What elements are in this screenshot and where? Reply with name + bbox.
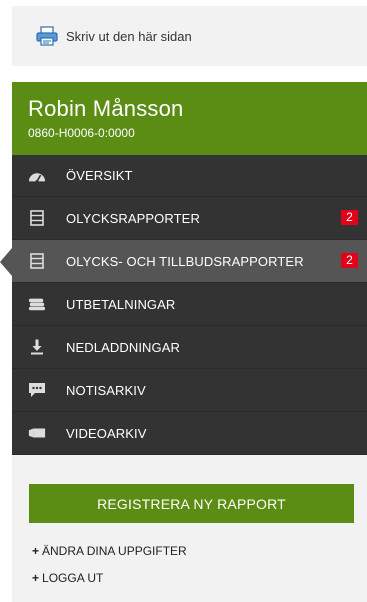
user-name: Robin Månsson: [28, 96, 184, 121]
print-page-link[interactable]: Skriv ut den här sidan: [12, 6, 367, 66]
account-panel: Robin Månsson 0860-H0006-0:0000 ÖVERSIKT: [0, 82, 367, 602]
nav-label: OLYCKS- OCH TILLBUDSRAPPORTER: [66, 253, 304, 269]
nav-item-nedladdningar[interactable]: NEDLADDNINGAR: [12, 326, 367, 369]
edit-details-link[interactable]: + ÄNDRA DINA UPPGIFTER: [32, 544, 187, 558]
active-indicator: [0, 248, 12, 276]
download-icon: [28, 339, 46, 355]
nav-label: ÖVERSIKT: [66, 168, 133, 183]
user-number: 0860-H0006-0:0000: [28, 126, 135, 140]
side-nav: ÖVERSIKT OLYCKSRAPPORTER 2 OLYCKS- OCH T…: [0, 155, 367, 455]
chat-bubble-icon: [28, 382, 46, 398]
plus-icon: +: [32, 544, 40, 558]
logout-link[interactable]: + LOGGA UT: [32, 571, 103, 585]
count-badge: 2: [341, 210, 358, 225]
logout-label: LOGGA UT: [42, 571, 104, 585]
nav-item-utbetalningar[interactable]: UTBETALNINGAR: [12, 283, 367, 326]
document-list-icon: [28, 253, 46, 269]
nav-item-notisarkiv[interactable]: NOTISARKIV: [12, 369, 367, 412]
nav-label: VIDEOARKIV: [66, 425, 147, 441]
nav-item-olycksrapporter[interactable]: OLYCKSRAPPORTER 2: [12, 197, 367, 240]
printer-icon: [36, 26, 58, 46]
coins-stack-icon: [28, 296, 46, 312]
count-badge: 2: [341, 253, 358, 268]
nav-label: NOTISARKIV: [66, 382, 146, 398]
nav-item-oversikt[interactable]: ÖVERSIKT: [12, 155, 367, 197]
document-list-icon: [28, 210, 46, 226]
plus-icon: +: [32, 571, 40, 585]
nav-item-videoarkiv[interactable]: VIDEOARKIV: [12, 412, 367, 455]
edit-details-label: ÄNDRA DINA UPPGIFTER: [42, 544, 187, 558]
nav-label: OLYCKSRAPPORTER: [66, 210, 200, 226]
print-page-label: Skriv ut den här sidan: [66, 28, 192, 44]
register-report-button[interactable]: REGISTRERA NY RAPPORT: [29, 484, 354, 523]
speedometer-icon: [28, 168, 46, 184]
nav-item-olycks-och-tillbudsrapporter[interactable]: OLYCKS- OCH TILLBUDSRAPPORTER 2: [0, 240, 367, 283]
user-header: Robin Månsson 0860-H0006-0:0000: [12, 82, 367, 155]
video-camera-icon: [28, 425, 46, 441]
nav-label: NEDLADDNINGAR: [66, 339, 180, 355]
nav-label: UTBETALNINGAR: [66, 296, 176, 312]
